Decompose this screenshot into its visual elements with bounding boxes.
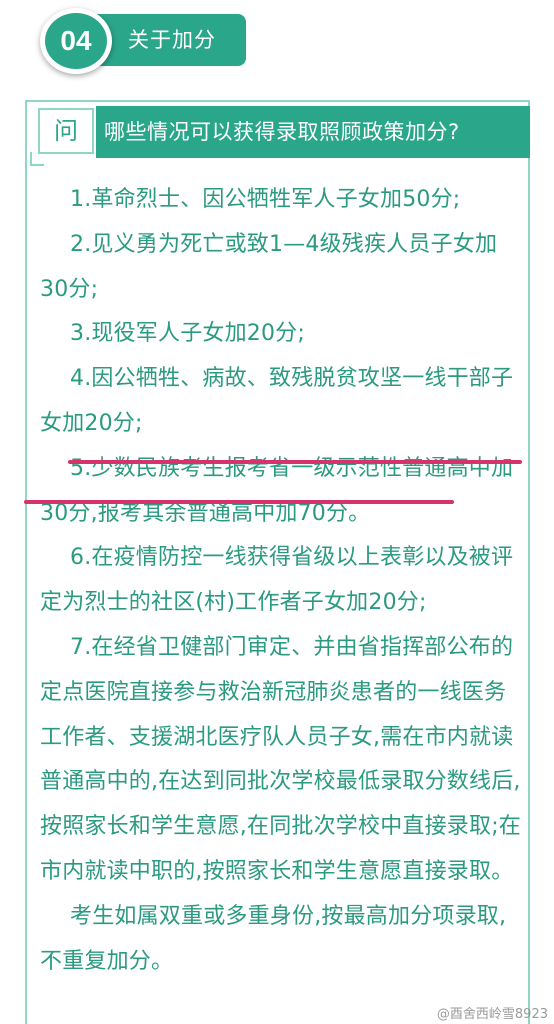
list-item: 3.现役军人子女加20分; [70,321,305,347]
corner-bracket-icon [30,152,44,166]
question-icon: 问 [54,117,78,145]
section-number: 04 [45,13,107,69]
list-item: 6.在疫情防控一线获得省级以上表彰以及被评定为烈士的社区(村)工作者子女加20分… [40,545,514,616]
watermark: @酉舍西岭雪8923 [436,1007,548,1022]
bonus-list: 1.革命烈士、因公牺牲军人子女加50分; 2.见义勇为死亡或致1—4级残疾人员子… [40,178,522,984]
question-text: 哪些情况可以获得录取照顾政策加分? [104,120,460,144]
note-text: 考生如属双重或多重身份,按最高加分项录取,不重复加分。 [40,903,507,974]
list-item: 7.在经省卫健部门审定、并由省指挥部公布的定点医院直接参与救治新冠肺炎患者的一线… [40,634,522,884]
list-item: 1.革命烈士、因公牺牲军人子女加50分; [70,187,461,212]
section-title: 关于加分 [128,28,216,52]
highlight-underline [68,460,522,464]
highlight-underline [24,500,454,504]
list-item: 2.见义勇为死亡或致1—4级残疾人员子女加30分; [40,231,498,302]
list-item: 4.因公牺牲、病故、致残脱贫攻坚一线干部子女加20分; [40,366,514,436]
frame-top-border [25,100,530,102]
